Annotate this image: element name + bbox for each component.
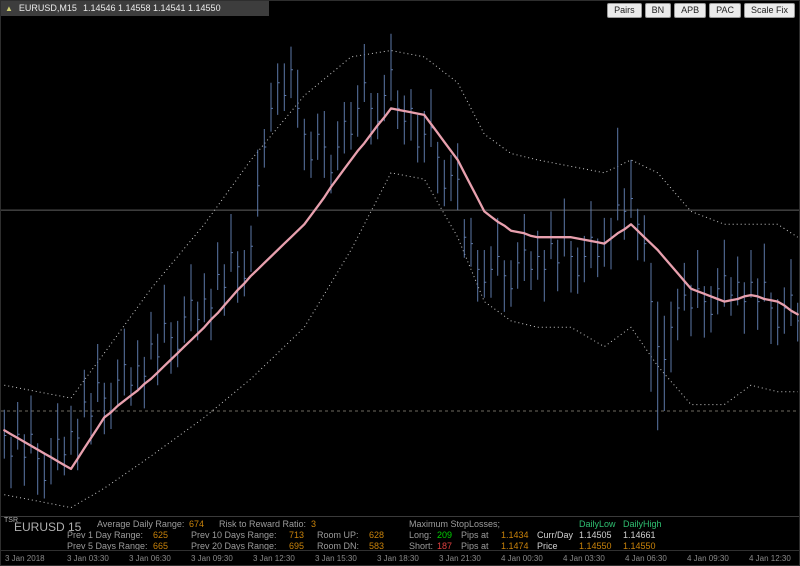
time-axis-label: 3 Jan 09:30 [191,554,233,563]
price-chart-canvas[interactable] [1,1,800,566]
time-axis-label: 3 Jan 18:30 [377,554,419,563]
bn-button[interactable]: BN [644,3,672,18]
time-axis-label: 3 Jan 21:30 [439,554,481,563]
prev-1-day-range-label: Prev 1 Day Range: [67,530,144,540]
avg-daily-range-label: Average Daily Range: [97,519,185,529]
chart-title-bar[interactable]: ▲ EURUSD,M15 1.14546 1.14558 1.14541 1.1… [1,1,269,16]
chart-title-quotes: 1.14546 1.14558 1.14541 1.14550 [82,3,221,13]
long-stop-price: 1.1434 [501,530,529,540]
time-axis-label: 4 Jan 12:30 [749,554,791,563]
apb-button[interactable]: APB [674,3,707,18]
scale-fix-button[interactable]: Scale Fix [743,3,795,18]
time-axis-label: 3 Jan 2018 [5,554,45,563]
indicator-panel: TSR EURUSD 15 Average Daily Range: 674 R… [1,516,799,551]
room-up-value: 628 [369,530,385,540]
time-axis-label: 3 Jan 12:30 [253,554,295,563]
time-axis-label: 4 Jan 09:30 [687,554,729,563]
prev-10-days-range-value: 713 [289,530,305,540]
long-pips-suffix: Pips at [461,530,489,540]
time-axis[interactable]: 3 Jan 2018 3 Jan 03:30 3 Jan 06:30 3 Jan 09… [1,550,799,565]
daily-high-header: DailyHigh [623,519,662,529]
pac-button[interactable]: PAC [709,3,741,18]
long-label: Long: [409,530,432,540]
max-stoplosses-label: Maximum StopLosses; [409,519,501,529]
time-axis-label: 4 Jan 00:30 [501,554,543,563]
time-axis-label: 4 Jan 06:30 [625,554,667,563]
curr-day-high-value: 1.14661 [623,530,656,540]
risk-reward-label: Risk to Reward Ratio: [219,519,307,529]
toolbar: Pairs BN APB PAC Scale Fix [607,3,795,18]
prev-1-day-range-value: 625 [153,530,169,540]
time-axis-label: 3 Jan 06:30 [129,554,171,563]
pairs-button[interactable]: Pairs [607,3,642,18]
curr-day-low-value: 1.14505 [579,530,612,540]
avg-daily-range-value: 674 [189,519,205,529]
chart-window: ▲ EURUSD,M15 1.14546 1.14558 1.14541 1.1… [0,0,800,566]
prev-10-days-range-label: Prev 10 Days Range: [191,530,277,540]
time-axis-label: 4 Jan 03:30 [563,554,605,563]
time-axis-label: 3 Jan 03:30 [67,554,109,563]
time-axis-label: 3 Jan 15:30 [315,554,357,563]
risk-reward-value: 3 [311,519,317,529]
long-pips-value: 209 [437,530,453,540]
chart-icon: ▲ [5,4,13,13]
curr-day-label: Curr/Day [537,530,574,540]
room-up-label: Room UP: [317,530,359,540]
chart-title-symbol: EURUSD,M15 [18,3,77,13]
daily-low-header: DailyLow [579,519,616,529]
